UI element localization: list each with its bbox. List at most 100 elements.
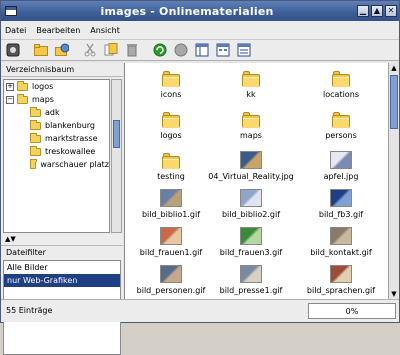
- file-item[interactable]: bild_biblio1.gif: [131, 185, 211, 225]
- filter-header: Dateifilter: [1, 245, 123, 259]
- file-label: locations: [323, 90, 359, 99]
- view-list-icon[interactable]: [236, 42, 252, 58]
- maximize-icon[interactable]: ▲: [371, 5, 383, 17]
- file-label: maps: [240, 131, 262, 140]
- file-label: logos: [160, 131, 182, 140]
- collapse-icon[interactable]: −: [6, 95, 14, 104]
- file-item[interactable]: bild_personen.gif: [131, 261, 211, 299]
- file-item[interactable]: icons: [131, 65, 211, 105]
- tree-item-adk[interactable]: adk: [4, 106, 109, 119]
- file-item[interactable]: bild_kontakt.gif: [301, 223, 381, 263]
- tree-scrollbar[interactable]: [111, 79, 122, 233]
- file-label: 04_Virtual_Reality.jpg: [208, 172, 294, 181]
- tree-item-warschauer-platz[interactable]: warschauer platz: [4, 158, 109, 171]
- folder-icon: [242, 112, 260, 128]
- folder-icon: [30, 132, 41, 143]
- file-item[interactable]: bild_presse1.gif: [211, 261, 291, 299]
- folder-icon: [30, 145, 41, 156]
- file-item[interactable]: logos: [131, 106, 211, 146]
- file-label: bild_presse1.gif: [219, 286, 283, 295]
- stop-icon[interactable]: [173, 42, 189, 58]
- file-label: bild_kontakt.gif: [310, 248, 372, 257]
- file-label: bild_frauen1.gif: [139, 248, 203, 257]
- app-window: images - Onlinematerialien ▁ ▲ ✕ Datei B…: [0, 0, 400, 355]
- file-label: bild_biblio1.gif: [141, 210, 201, 219]
- file-label: bild_biblio2.gif: [221, 210, 281, 219]
- folder-icon: [30, 119, 41, 130]
- folder-icon: [162, 112, 180, 128]
- close-icon[interactable]: ✕: [385, 5, 397, 17]
- file-item[interactable]: bild_frauen1.gif: [131, 223, 211, 263]
- tree-item-label: maps: [32, 95, 54, 104]
- tree-scroll-thumb[interactable]: [113, 120, 120, 148]
- file-label: kk: [246, 90, 256, 99]
- file-item[interactable]: bild_frauen3.gif: [211, 223, 291, 263]
- tree-item-blankenburg[interactable]: blankenburg: [4, 119, 109, 132]
- open-folder-icon: [17, 93, 28, 104]
- image-thumbnail: [330, 265, 352, 283]
- copy-icon[interactable]: [103, 42, 119, 58]
- folder-icon: [242, 71, 260, 87]
- open-folder-icon[interactable]: [33, 42, 49, 58]
- menu-bar: Datei Bearbeiten Ansicht: [1, 21, 399, 40]
- file-label: apfel.jpg: [323, 172, 359, 181]
- splitter-arrows-icon[interactable]: ▲▼: [5, 236, 16, 243]
- file-item[interactable]: bild_fb3.gif: [301, 185, 381, 225]
- image-thumbnail: [240, 265, 262, 283]
- file-label: bild_frauen3.gif: [219, 248, 283, 257]
- file-item[interactable]: bild_biblio2.gif: [211, 185, 291, 225]
- cut-icon[interactable]: [82, 42, 98, 58]
- trash-icon[interactable]: [124, 42, 140, 58]
- file-label: icons: [160, 90, 182, 99]
- image-thumbnail: [160, 227, 182, 245]
- scroll-up-icon[interactable]: ▲: [389, 63, 399, 73]
- filter-item-all[interactable]: Alle Bilder: [4, 261, 120, 274]
- file-item[interactable]: maps: [211, 106, 291, 146]
- folder-icon: [30, 158, 38, 169]
- file-item[interactable]: locations: [301, 65, 381, 105]
- tree-item-maps[interactable]: − maps: [4, 93, 109, 106]
- globe-folder-icon[interactable]: [54, 42, 70, 58]
- tree-item-label: logos: [32, 82, 54, 91]
- image-thumbnail: [160, 265, 182, 283]
- tree-item-logos[interactable]: + logos: [4, 80, 109, 93]
- tree-item-label: adk: [45, 108, 60, 117]
- folder-icon: [162, 71, 180, 87]
- tree-item-label: blankenburg: [45, 121, 95, 130]
- view-icons-icon[interactable]: [215, 42, 231, 58]
- menu-ansicht[interactable]: Ansicht: [90, 26, 120, 35]
- file-item[interactable]: 04_Virtual_Reality.jpg: [208, 147, 294, 187]
- folder-icon: [17, 80, 28, 91]
- window-title: images - Onlinematerialien: [100, 4, 274, 18]
- grid-scroll-thumb[interactable]: [390, 75, 398, 129]
- expand-icon[interactable]: +: [6, 82, 14, 91]
- view-columns-icon[interactable]: [194, 42, 210, 58]
- tree-item-treskowallee[interactable]: treskowallee: [4, 145, 109, 158]
- folder-icon: [332, 112, 350, 128]
- tree-item-marktstrasse[interactable]: marktstrasse: [4, 132, 109, 145]
- window-icon[interactable]: [5, 6, 17, 16]
- menu-datei[interactable]: Datei: [5, 26, 26, 35]
- reload-icon[interactable]: [152, 42, 168, 58]
- file-label: persons: [325, 131, 357, 140]
- file-item[interactable]: testing: [131, 147, 211, 187]
- tree-item-label: marktstrasse: [45, 134, 98, 143]
- directory-tree[interactable]: + logos − maps adk blankenburg marktstra…: [3, 79, 110, 233]
- file-item[interactable]: persons: [301, 106, 381, 146]
- grid-scrollbar[interactable]: ▲ ▼: [388, 63, 399, 299]
- tree-item-label: treskowallee: [45, 147, 96, 156]
- menu-bearbeiten[interactable]: Bearbeiten: [36, 26, 80, 35]
- image-thumbnail: [160, 189, 182, 207]
- scroll-down-icon[interactable]: ▼: [389, 289, 399, 299]
- file-item[interactable]: apfel.jpg: [301, 147, 381, 187]
- image-thumbnail: [330, 151, 352, 169]
- image-thumbnail: [330, 227, 352, 245]
- left-pane: Verzeichnisbaum + logos − maps adk blank…: [1, 63, 123, 355]
- file-item[interactable]: kk: [211, 65, 291, 105]
- info-icon[interactable]: [5, 42, 21, 58]
- file-item[interactable]: bild_sprachen.gif: [301, 261, 381, 299]
- file-label: bild_sprachen.gif: [306, 286, 376, 295]
- minimize-icon[interactable]: ▁: [357, 5, 369, 17]
- filter-item-web[interactable]: nur Web-Grafiken: [4, 274, 120, 287]
- title-bar[interactable]: images - Onlinematerialien ▁ ▲ ✕: [1, 1, 399, 21]
